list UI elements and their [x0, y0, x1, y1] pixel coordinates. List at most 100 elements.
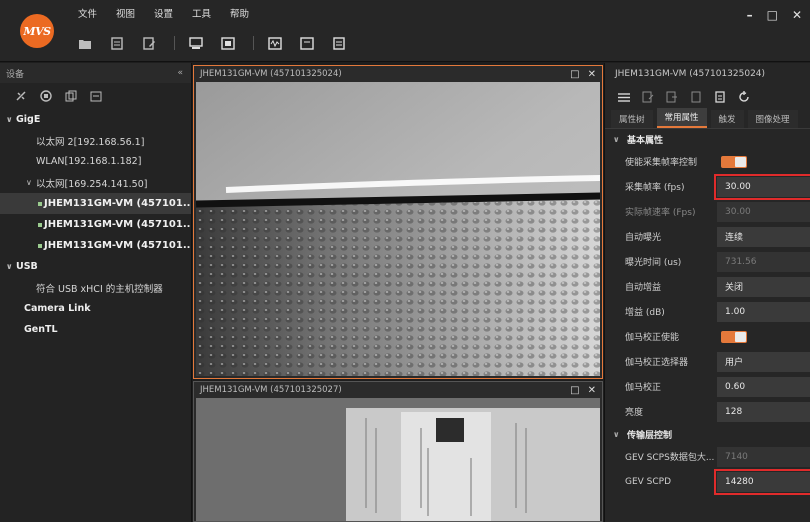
tab-property-tree[interactable]: 属性树	[611, 110, 653, 128]
tree-camera-1[interactable]: JHEM131GM-VM (457101...	[0, 193, 191, 214]
section-basic[interactable]: ∨ 基本属性	[605, 129, 810, 149]
tree-label: JHEM131GM-VM (457101...	[44, 240, 191, 251]
disconnect-all-icon[interactable]	[14, 90, 27, 103]
collapse-icon[interactable]: «	[177, 68, 183, 78]
properties-panel: JHEM131GM-VM (457101325024) 属性树 常用属性 触发 …	[604, 63, 810, 522]
layout-icon[interactable]	[189, 36, 203, 50]
menu-tools[interactable]: 工具	[192, 6, 230, 20]
prop-gamma-selector: 伽马校正选择器 用户	[605, 349, 810, 374]
maximize-view-button[interactable]: □	[570, 385, 579, 396]
gain-input[interactable]: 1.00	[717, 301, 810, 322]
camera-image-2	[196, 398, 600, 521]
framerate-input[interactable]: 30.00	[714, 173, 810, 200]
tab-common-properties[interactable]: 常用属性	[656, 108, 707, 128]
scpd-input[interactable]: 14280	[714, 468, 810, 495]
prop-packet-size: GEV SCPS数据包大... 7140	[605, 444, 810, 469]
tree-camera-3[interactable]: JHEM131GM-VM (457101...	[0, 235, 191, 256]
tree-net-1[interactable]: 以太网 2[192.168.56.1]	[0, 130, 191, 151]
video-panel-1[interactable]: JHEM131GM-VM (457101325024) □ ✕	[193, 65, 603, 379]
video-panel-title: JHEM131GM-VM (457101325024)	[200, 69, 342, 79]
prop-label: 采集帧率 (fps)	[625, 183, 685, 193]
tree-usb[interactable]: ∨ USB	[0, 256, 191, 277]
menu-settings[interactable]: 设置	[154, 6, 192, 20]
menu-view[interactable]: 视图	[116, 6, 154, 20]
prop-label: 伽马校正	[625, 383, 662, 393]
gamma-enable-toggle[interactable]	[721, 330, 747, 343]
prop-label: 使能采集帧率控制	[625, 158, 698, 168]
tree-label: JHEM131GM-VM (457101...	[44, 198, 191, 209]
refresh-device-icon[interactable]	[89, 90, 102, 103]
toolbar-separator	[253, 36, 254, 50]
close-button[interactable]: ✕	[792, 8, 802, 22]
chevron-down-icon[interactable]: ∨	[613, 430, 623, 439]
video-panel-header: JHEM131GM-VM (457101325024) □ ✕	[194, 66, 602, 82]
prop-framerate: 采集帧率 (fps) 30.00	[605, 173, 810, 200]
auto-gain-select[interactable]: 关闭	[717, 276, 810, 297]
close-view-button[interactable]: ✕	[588, 69, 596, 80]
tab-trigger[interactable]: 触发	[710, 110, 744, 128]
copy-icon[interactable]	[64, 90, 77, 103]
tree-net-2[interactable]: WLAN[192.168.1.182]	[0, 151, 191, 172]
tree-label: Camera Link	[24, 303, 91, 314]
document-icon[interactable]	[332, 36, 346, 50]
brightness-input[interactable]: 128	[717, 401, 810, 422]
prop-label: 伽马校正使能	[625, 333, 680, 343]
tree-label: WLAN[192.168.1.182]	[36, 156, 142, 167]
prop-label: GEV SCPD	[625, 476, 672, 487]
auto-exposure-select[interactable]: 连续	[717, 226, 810, 247]
edit-icon[interactable]	[142, 36, 156, 50]
properties-header: JHEM131GM-VM (457101325024)	[615, 69, 766, 79]
live-image-2	[196, 398, 600, 521]
stop-icon[interactable]	[39, 90, 52, 103]
chevron-down-icon[interactable]: ∨	[26, 178, 36, 187]
import-icon[interactable]	[641, 91, 654, 104]
chevron-down-icon[interactable]: ∨	[6, 262, 16, 271]
menu-help[interactable]: 帮助	[230, 6, 268, 20]
prop-label: 自动增益	[625, 283, 662, 293]
tree-net-3[interactable]: ∨ 以太网[169.254.141.50]	[0, 172, 191, 193]
tree-gentl[interactable]: GenTL	[0, 319, 191, 340]
tree-camera-link[interactable]: Camera Link	[0, 298, 191, 319]
gamma-selector-select[interactable]: 用户	[717, 351, 810, 372]
packet-size-value: 7140	[717, 446, 810, 467]
save-icon[interactable]	[110, 36, 124, 50]
prop-label: 曝光时间 (us)	[625, 258, 682, 268]
section-transport[interactable]: ∨ 传输层控制	[605, 424, 810, 444]
tree-gige[interactable]: ∨ GigE	[0, 109, 191, 130]
refresh-icon[interactable]	[737, 91, 750, 104]
menu-file[interactable]: 文件	[78, 6, 116, 20]
load-icon[interactable]	[689, 91, 702, 104]
prop-auto-gain: 自动增益 关闭	[605, 274, 810, 299]
video-panel-2[interactable]: JHEM131GM-VM (457101325027) □ ✕	[193, 381, 603, 522]
open-folder-icon[interactable]	[78, 37, 92, 50]
maximize-view-button[interactable]: □	[570, 69, 579, 80]
minimize-button[interactable]: –	[747, 8, 753, 22]
tree-camera-2[interactable]: JHEM131GM-VM (457101...	[0, 214, 191, 235]
device-panel-title: 设备	[6, 69, 25, 80]
window-icon[interactable]	[221, 36, 235, 50]
prop-gamma-enable: 伽马校正使能	[605, 324, 810, 349]
save-params-icon[interactable]	[713, 91, 726, 104]
tree-label: 以太网[169.254.141.50]	[36, 178, 148, 190]
framerate-enable-toggle[interactable]	[721, 155, 747, 168]
export-icon[interactable]	[300, 36, 314, 50]
chevron-down-icon[interactable]: ∨	[613, 135, 623, 144]
export-params-icon[interactable]	[665, 91, 678, 104]
waveform-icon[interactable]	[268, 36, 282, 50]
section-title: 基本属性	[627, 135, 664, 146]
tab-image-processing[interactable]: 图像处理	[747, 110, 798, 128]
maximize-button[interactable]: □	[767, 8, 778, 22]
tree-label: USB	[16, 261, 38, 272]
gamma-input[interactable]: 0.60	[717, 376, 810, 397]
chevron-down-icon[interactable]: ∨	[6, 115, 16, 124]
title-bar: MVS 文件 视图 设置 工具 帮助 – □ ✕	[0, 0, 810, 62]
prop-label: 实际帧速率 (Fps)	[625, 208, 696, 218]
list-icon[interactable]	[617, 91, 630, 104]
mvs-logo: MVS	[20, 14, 54, 48]
close-view-button[interactable]: ✕	[588, 385, 596, 396]
exposure-time-input: 731.56	[717, 251, 810, 272]
prop-framerate-enable: 使能采集帧率控制	[605, 149, 810, 174]
tree-usb-controller[interactable]: 符合 USB xHCI 的主机控制器	[0, 277, 191, 298]
prop-brightness: 亮度 128	[605, 399, 810, 424]
properties-tabs: 属性树 常用属性 触发 图像处理	[605, 108, 810, 129]
